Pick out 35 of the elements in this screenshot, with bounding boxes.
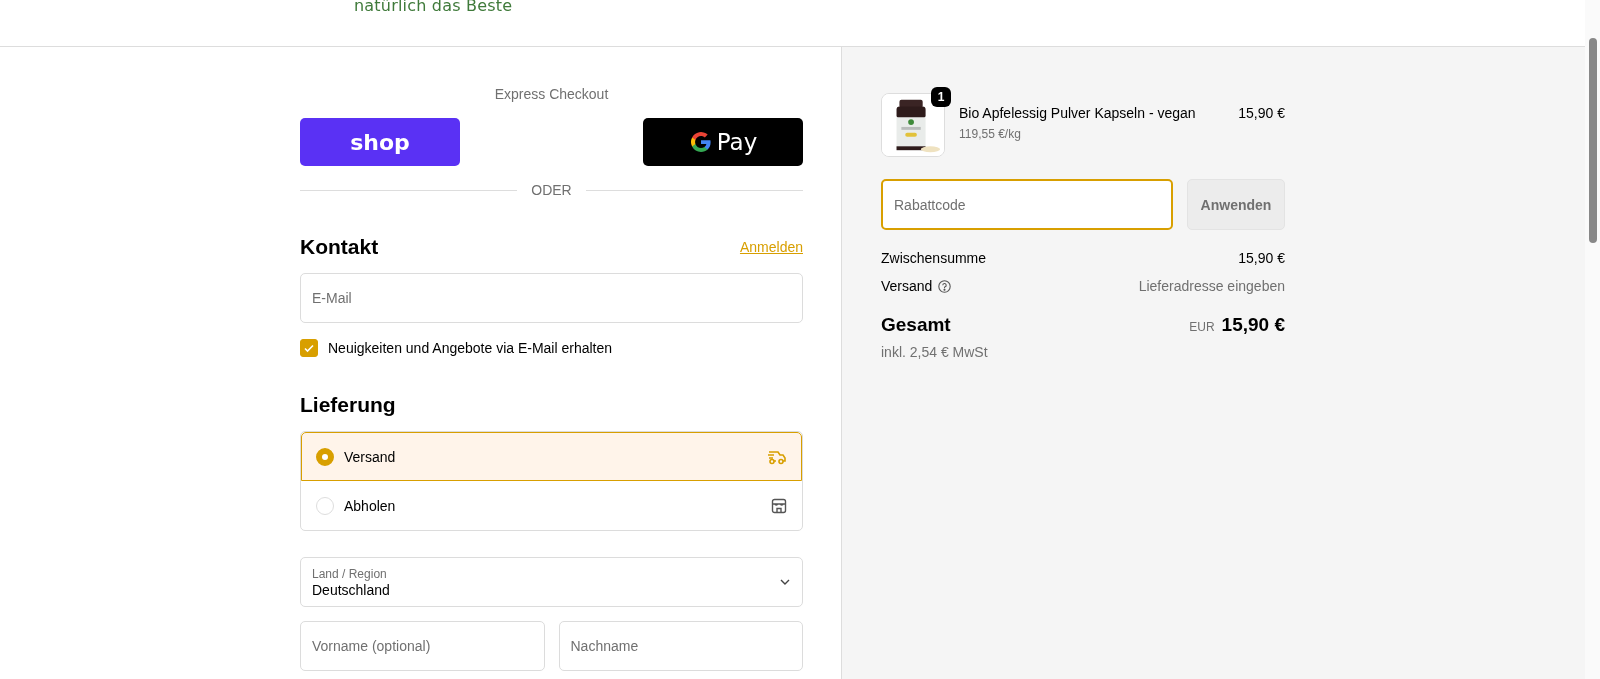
newsletter-checkbox[interactable] bbox=[300, 339, 318, 357]
currency-code: EUR bbox=[1189, 320, 1215, 334]
newsletter-label: Neuigkeiten und Angebote via E-Mail erhalten bbox=[328, 340, 613, 356]
section-heading: Lieferung bbox=[300, 393, 396, 417]
express-checkout-title: Express Checkout bbox=[493, 86, 610, 102]
divider-label: ODER bbox=[531, 182, 572, 198]
total-value: 15,90 € bbox=[1221, 314, 1285, 336]
section-heading: Kontakt bbox=[300, 235, 379, 259]
country-select[interactable]: Land / Region Deutschland bbox=[300, 557, 803, 607]
subtotal-value: 15,90 € bbox=[1238, 250, 1285, 266]
product-name: Bio Apfelessig Pulver Kapseln - vegan bbox=[959, 105, 1196, 121]
radio-button[interactable] bbox=[316, 447, 334, 466]
chevron-down-icon bbox=[779, 578, 791, 586]
apply-button[interactable]: Anwenden bbox=[1187, 179, 1285, 230]
checkmark-icon bbox=[303, 342, 315, 354]
help-icon[interactable] bbox=[938, 279, 952, 293]
shipping-value: Lieferadresse eingeben bbox=[1138, 278, 1285, 294]
last-name-field[interactable]: Nachname bbox=[558, 621, 803, 671]
product-price: 15,90 € bbox=[1238, 105, 1285, 121]
email-field[interactable]: E-Mail bbox=[300, 273, 803, 323]
google-g-icon bbox=[688, 130, 713, 154]
shipping-label: Versand bbox=[881, 278, 933, 294]
delivery-option[interactable]: Versand bbox=[301, 432, 802, 481]
unit-price: 119,55 €/kg bbox=[959, 127, 1022, 141]
truck-icon bbox=[767, 448, 787, 465]
discount-code-field[interactable]: Rabattcode bbox=[881, 179, 1173, 230]
subtotal-label: Zwischensumme bbox=[881, 250, 987, 266]
delivery-option[interactable]: Abholen bbox=[301, 481, 802, 530]
total-label: Gesamt bbox=[881, 314, 951, 336]
quantity-badge: 1 bbox=[931, 87, 951, 107]
shop-pay-button[interactable]: shop bbox=[300, 118, 460, 166]
first-name-field[interactable]: Vorname (optional) bbox=[300, 621, 545, 671]
google-pay-button[interactable]: Pay bbox=[643, 118, 803, 166]
store-icon bbox=[771, 497, 787, 514]
tax-note: inkl. 2,54 € MwSt bbox=[881, 344, 989, 360]
